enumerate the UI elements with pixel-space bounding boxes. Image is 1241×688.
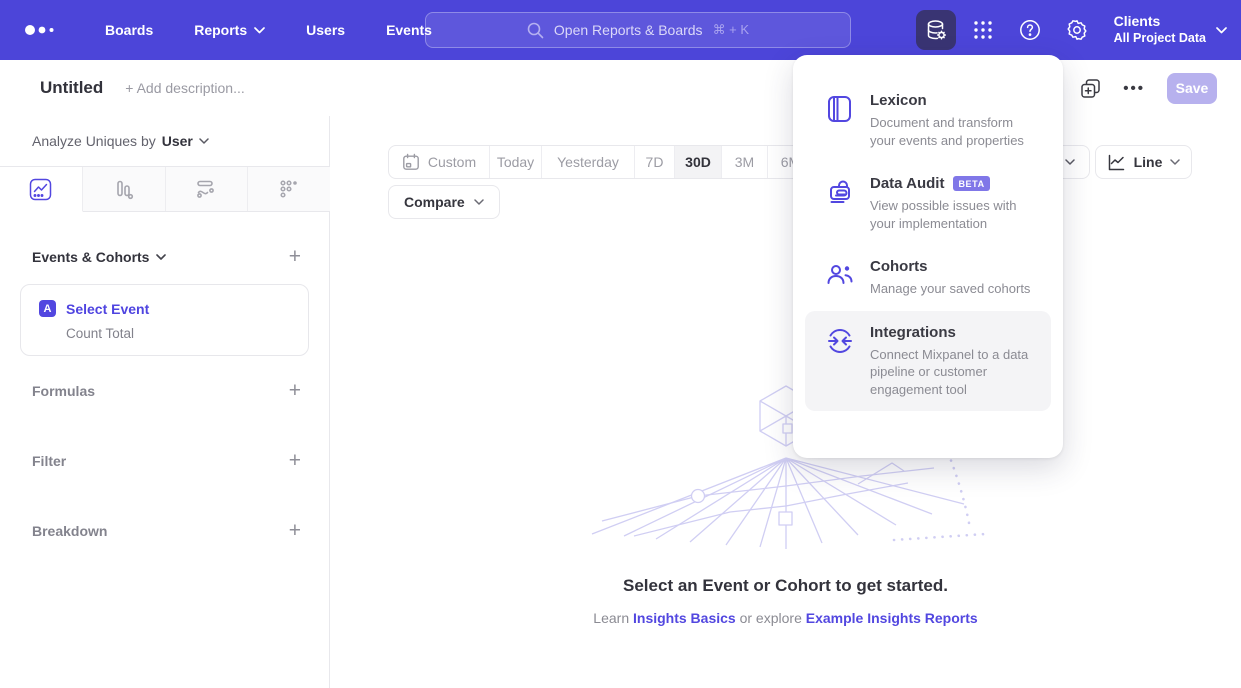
empty-state-links: Learn Insights Basics or explore Example… [330,610,1241,626]
event-card[interactable]: A Select Event Count Total [20,284,309,356]
nav-item-boards[interactable]: Boards [105,22,153,38]
data-management-menu: Lexicon Document and transform your even… [793,55,1063,458]
empty-state-heading: Select an Event or Cohort to get started… [330,576,1241,596]
events-cohorts-dropdown[interactable]: Events & Cohorts [32,249,166,265]
menu-item-cohorts[interactable]: Cohorts Manage your saved cohorts [805,245,1051,311]
calendar-icon [402,153,420,171]
menu-item-integrations[interactable]: Integrations Connect Mixpanel to a data … [805,311,1051,412]
project-name: All Project Data [1114,31,1206,47]
data-management-button[interactable] [916,10,956,50]
beta-badge: BETA [953,176,989,191]
line-chart-icon [29,178,52,201]
search-icon [527,22,544,39]
apps-grid-button[interactable] [963,10,1003,50]
date-range-7d[interactable]: 7D [635,146,675,178]
chevron-down-icon [1170,159,1180,165]
breakdown-section: Breakdown + [32,520,301,541]
filter-label: Filter [32,453,66,469]
count-total-dropdown[interactable]: Count Total [66,326,292,341]
integrations-icon [825,326,855,356]
project-switcher[interactable]: Clients All Project Data [1114,13,1227,46]
or-explore-text: or explore [740,610,802,626]
duplicate-button[interactable] [1080,78,1101,99]
mixpanel-logo-icon[interactable] [24,24,64,36]
bar-chart-icon [112,178,135,201]
chevron-down-icon [1216,27,1227,34]
add-filter-button[interactable]: + [289,450,301,471]
menu-item-data-audit[interactable]: Data Audit BETA View possible issues wit… [805,162,1051,245]
gear-icon [1065,18,1089,42]
global-search-input[interactable]: Open Reports & Boards ⌘ + K [425,12,851,48]
settings-button[interactable] [1057,10,1097,50]
chevron-down-icon [1065,159,1075,165]
data-audit-title: Data Audit BETA [870,175,1037,192]
formulas-label: Formulas [32,383,95,399]
tab-flows[interactable] [166,167,249,211]
menu-item-lexicon[interactable]: Lexicon Document and transform your even… [805,79,1051,162]
add-breakdown-button[interactable]: + [289,520,301,541]
chevron-down-icon [474,199,484,205]
cohorts-description: Manage your saved cohorts [870,280,1030,298]
search-placeholder: Open Reports & Boards [554,22,703,38]
chevron-down-icon [156,254,166,260]
cohorts-title: Cohorts [870,258,1030,275]
line-chart-icon [1107,153,1126,172]
data-audit-icon [825,177,855,207]
duplicate-icon [1080,78,1101,99]
help-icon [1018,18,1042,42]
help-button[interactable] [1010,10,1050,50]
data-audit-description: View possible issues with your implement… [870,197,1037,232]
report-title[interactable]: Untitled [40,78,103,98]
date-range-today[interactable]: Today [490,146,542,178]
analyze-by-dropdown[interactable]: User [162,133,209,149]
analyze-prefix: Analyze Uniques by [32,133,156,149]
grid-dots-icon [972,19,994,41]
lexicon-book-icon [825,94,855,124]
chevron-down-icon [199,138,209,144]
tab-bar-chart[interactable] [83,167,166,211]
filter-section: Filter + [32,450,301,471]
search-shortcut: ⌘ + K [713,22,750,38]
add-event-button[interactable]: + [289,246,301,267]
event-letter-badge: A [39,300,56,317]
lexicon-description: Document and transform your events and p… [870,114,1037,149]
top-nav: Boards Reports Users Events Open Reports… [0,0,1241,60]
org-name: Clients [1114,13,1206,31]
add-description-field[interactable]: + Add description... [125,80,244,96]
analyze-row: Analyze Uniques by User [32,133,209,149]
date-range-3m[interactable]: 3M [722,146,768,178]
date-range-yesterday[interactable]: Yesterday [542,146,635,178]
breakdown-label: Breakdown [32,523,107,539]
flows-icon [194,177,218,201]
nav-item-users[interactable]: Users [306,22,345,38]
example-reports-link[interactable]: Example Insights Reports [806,610,978,626]
compare-button[interactable]: Compare [388,185,500,219]
more-options-button[interactable]: ••• [1123,80,1145,97]
integrations-title: Integrations [870,324,1037,341]
learn-prefix: Learn [593,610,629,626]
metrics-dots-icon [278,178,300,200]
tab-line-chart[interactable] [0,167,83,212]
formulas-section: Formulas + [32,380,301,401]
nav-item-reports[interactable]: Reports [194,22,265,38]
cohorts-people-icon [825,260,855,290]
chart-type-dropdown[interactable]: Line [1095,145,1192,179]
visualization-tabs [0,166,330,212]
events-cohorts-header: Events & Cohorts + [32,246,301,267]
save-button[interactable]: Save [1167,73,1217,104]
chevron-down-icon [254,27,265,34]
date-range-30d[interactable]: 30D [675,146,722,178]
tab-metrics[interactable] [248,167,330,211]
report-canvas: Custom Today Yesterday 7D 30D 3M 6M 12M … [330,116,1241,688]
database-gear-icon [924,18,948,42]
query-builder-sidebar: Analyze Uniques by User [0,116,330,688]
add-formula-button[interactable]: + [289,380,301,401]
insights-basics-link[interactable]: Insights Basics [633,610,736,626]
integrations-description: Connect Mixpanel to a data pipeline or c… [870,346,1037,399]
date-range-custom[interactable]: Custom [389,146,490,178]
lexicon-title: Lexicon [870,92,1037,109]
select-event-label[interactable]: Select Event [66,301,149,317]
